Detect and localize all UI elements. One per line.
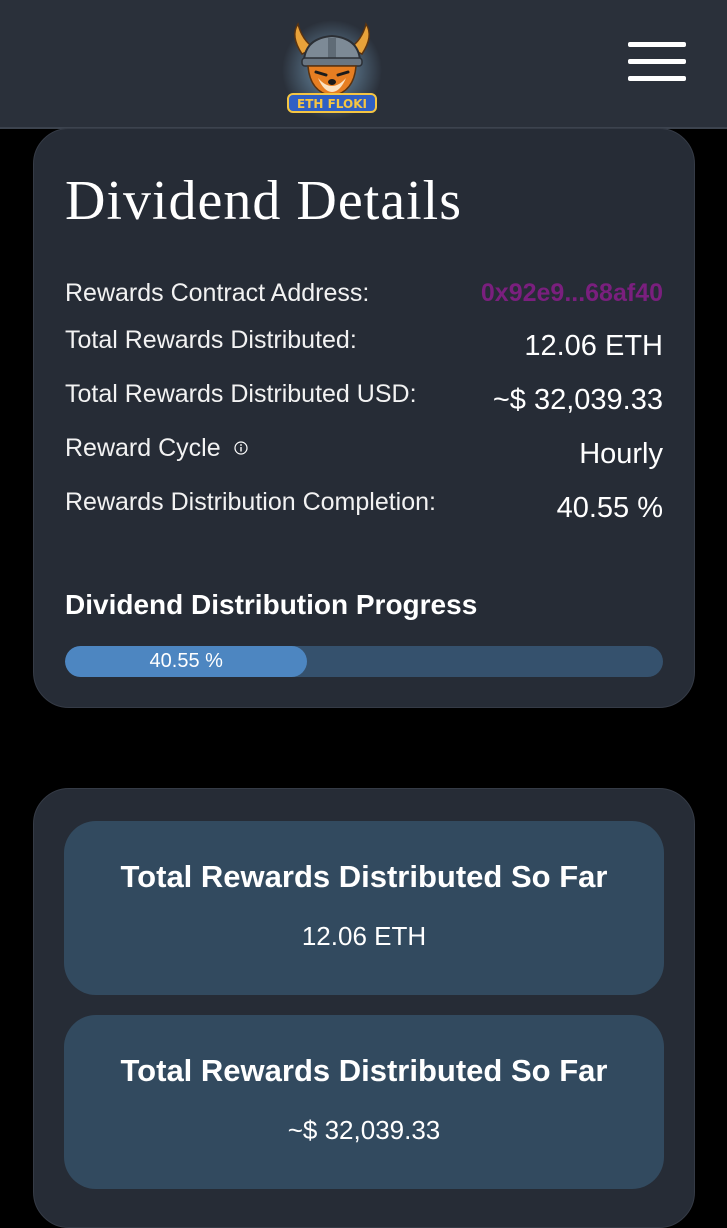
info-icon[interactable] [233, 441, 248, 455]
reward-cycle-label: Reward Cycle [65, 434, 221, 462]
reward-cycle-row: Reward Cycle Hourly [65, 434, 663, 474]
total-usd-stat-card: Total Rewards Distributed So Far ~$ 32,0… [64, 1015, 664, 1189]
eth-floki-logo[interactable]: ETH FLOKI [280, 18, 384, 122]
distribution-completion-value: 40.55 % [556, 492, 663, 524]
progress-bar: 40.55 % [65, 646, 663, 677]
page-title: Dividend Details [65, 170, 463, 232]
progress-bar-fill: 40.55 % [65, 646, 308, 677]
reward-cycle-label-wrap: Reward Cycle [65, 434, 248, 463]
distribution-completion-label: Rewards Distribution Completion: [65, 488, 436, 516]
total-rewards-value: 12.06 ETH [524, 330, 663, 362]
dividend-details-card: Dividend Details Rewards Contract Addres… [33, 128, 695, 708]
contract-address-row: Rewards Contract Address: 0x92e9...68af4… [65, 279, 663, 319]
contract-address-label: Rewards Contract Address: [65, 279, 370, 307]
contract-address-link[interactable]: 0x92e9...68af40 [481, 279, 663, 308]
total-rewards-usd-value: ~$ 32,039.33 [492, 384, 663, 416]
total-rewards-row: Total Rewards Distributed: 12.06 ETH [65, 326, 663, 366]
reward-cycle-value: Hourly [579, 438, 663, 470]
total-eth-stat-card: Total Rewards Distributed So Far 12.06 E… [64, 821, 664, 995]
totals-card: Total Rewards Distributed So Far 12.06 E… [33, 788, 695, 1228]
total-rewards-usd-label: Total Rewards Distributed USD: [65, 380, 417, 408]
stat-value: 12.06 ETH [301, 921, 427, 951]
distribution-completion-row: Rewards Distribution Completion: 40.55 % [65, 488, 663, 528]
logo-text: ETH FLOKI [297, 97, 367, 111]
hamburger-menu-icon[interactable] [622, 38, 690, 86]
stat-value: ~$ 32,039.33 [287, 1115, 441, 1145]
total-rewards-label: Total Rewards Distributed: [65, 326, 357, 354]
total-rewards-usd-row: Total Rewards Distributed USD: ~$ 32,039… [65, 380, 663, 420]
stat-title: Total Rewards Distributed So Far [120, 859, 608, 894]
progress-title: Dividend Distribution Progress [65, 589, 478, 620]
top-header: ETH FLOKI [0, 0, 727, 129]
stat-title: Total Rewards Distributed So Far [120, 1053, 608, 1088]
